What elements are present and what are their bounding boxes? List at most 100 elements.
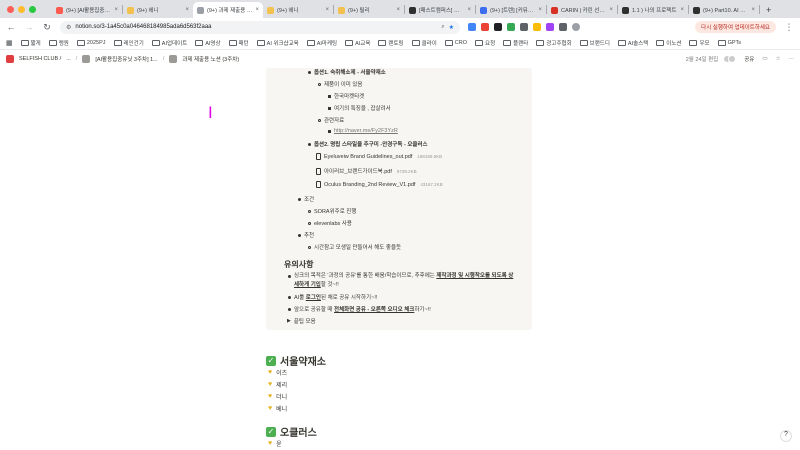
zoom-icon[interactable]: ⌕ <box>441 24 444 31</box>
tab-favicon-icon <box>338 6 345 14</box>
tab-close-icon[interactable]: × <box>114 7 118 13</box>
list-item: ♥ 윤 <box>268 439 282 448</box>
bookmark-item[interactable]: 우모 <box>689 39 710 47</box>
heart-icon: ♥ <box>268 369 273 376</box>
bookmark-item[interactable]: 브랜드디 <box>579 39 610 47</box>
browser-tab[interactable]: 1.1 ) 나의 프로젝트 × <box>618 2 688 18</box>
notes-heading: 유의사항 <box>284 260 314 269</box>
bookmark-item[interactable]: 이노션 <box>656 39 681 47</box>
folder-icon <box>579 39 588 46</box>
comments-icon[interactable]: ▭ <box>762 56 767 62</box>
extension-icon[interactable] <box>546 23 554 31</box>
extension-icon[interactable] <box>494 23 502 31</box>
bookmark-item[interactable]: CRO <box>444 39 467 46</box>
file-icon <box>316 181 321 188</box>
collaborator-avatars[interactable] <box>723 55 737 63</box>
tab-favicon-icon <box>56 6 63 14</box>
bookmark-item[interactable]: 요청 <box>475 39 495 47</box>
bookmark-item[interactable]: AI영상 <box>195 39 221 47</box>
tab-favicon-icon <box>622 6 629 14</box>
more-icon[interactable]: ⋯ <box>789 56 795 62</box>
menu-icon[interactable]: ⋮ <box>784 22 794 33</box>
extension-icon[interactable] <box>507 23 515 31</box>
browser-tab[interactable]: (9+) 헤니 × <box>123 2 193 18</box>
bookmark-item[interactable]: 레인건기 <box>113 39 144 47</box>
bookmark-item[interactable]: 짧게 <box>20 39 41 47</box>
browser-tab[interactable]: CARIN | 카린 선글… × <box>547 2 617 18</box>
bookmark-item[interactable]: AI마케팅 <box>306 39 337 47</box>
extensions-puzzle-icon[interactable] <box>559 23 567 31</box>
new-tab-button[interactable]: + <box>760 5 777 18</box>
profile-avatar[interactable] <box>572 23 580 31</box>
tab-close-icon[interactable]: × <box>751 7 755 13</box>
browser-tab[interactable]: (9+) [트렌] [커뮤… × <box>476 2 546 18</box>
toggle-block[interactable]: ▶ 끝팁 모음 <box>287 317 316 325</box>
browser-tab[interactable]: (9+) 헤니 × <box>263 2 333 18</box>
tab-close-icon[interactable]: × <box>538 7 542 13</box>
tab-close-icon[interactable]: × <box>680 7 684 13</box>
tab-close-icon[interactable]: × <box>467 7 471 13</box>
favorite-star-icon[interactable]: ☆ <box>776 56 781 62</box>
bookmark-star-icon[interactable]: ★ <box>449 24 454 31</box>
bookmark-item[interactable]: 2025PJ <box>76 39 106 46</box>
window-controls[interactable] <box>7 6 36 13</box>
tab-close-icon[interactable]: × <box>185 7 189 13</box>
extension-icon[interactable] <box>520 23 528 31</box>
bookmark-item[interactable]: AI교육 <box>345 39 370 47</box>
workspace-name[interactable]: SELFISH CLUB / <box>19 56 61 62</box>
tab-close-icon[interactable]: × <box>396 7 400 13</box>
extension-icon[interactable] <box>468 23 476 31</box>
list-item: 옵션2. 명립 스타일을 추구미 -안경구독 - 오클러스 <box>308 140 428 148</box>
tab-close-icon[interactable]: × <box>609 7 613 13</box>
forward-icon[interactable]: → <box>24 22 34 32</box>
close-window-icon[interactable] <box>7 6 14 13</box>
address-bar[interactable]: ⚙ notion.so/3-1a45c0a046468184985ada6d56… <box>60 20 460 34</box>
bookmark-item[interactable]: AI 위크샵교육 <box>256 39 299 47</box>
bookmark-label: 짧게 <box>30 40 41 47</box>
extension-icon[interactable] <box>481 23 489 31</box>
minimize-window-icon[interactable] <box>18 6 25 13</box>
tab-label: 1.1 ) 나의 프로젝트 <box>632 8 677 14</box>
file-size: 43167.2KB <box>420 182 443 187</box>
browser-tab[interactable]: [패스트캠퍼스] 하이…× <box>405 2 475 18</box>
maximize-window-icon[interactable] <box>29 6 36 13</box>
file-attachment[interactable]: Eyeluveiw Brand Guidelines_out.pdf 188159… <box>316 153 442 160</box>
breadcrumb-item[interactable]: [AI활용집중유닛 3주차] 1... <box>95 55 158 63</box>
list-item: 시간참고 모생일 만들어서 해도 좋을듯 <box>308 243 401 251</box>
browser-tab[interactable]: (9+) Part10. AI 업… × <box>689 2 759 18</box>
browser-tab[interactable]: (9+) 과제 제출용 노… × <box>193 2 263 18</box>
bookmark-label: 레인건기 <box>123 40 144 47</box>
folder-icon <box>228 39 237 46</box>
breadcrumb-current[interactable]: 과제 제출용 노션 (3주차) <box>182 55 239 63</box>
bookmark-item[interactable]: 패턴 <box>228 39 249 47</box>
reference-link[interactable]: http://naver.me/Fy2F3YzR <box>334 128 398 134</box>
apps-grid-icon[interactable]: ▦ <box>6 39 13 47</box>
tab-label: [패스트캠퍼스] 하이… <box>419 8 465 14</box>
back-icon[interactable]: ← <box>6 22 16 32</box>
breadcrumb-separator: / <box>75 56 78 62</box>
file-attachment[interactable]: Oculus Branding_2nd Review_V1.pdf 43167.2… <box>316 181 443 188</box>
bookmark-item[interactable]: 랜토링 <box>378 39 404 47</box>
tab-close-icon[interactable]: × <box>325 7 329 13</box>
browser-tab[interactable]: (9+) 릴리 × <box>334 2 404 18</box>
tab-label: CARIN | 카린 선글… <box>561 8 607 14</box>
bookmark-item[interactable]: 클라이 <box>411 39 437 47</box>
extension-icon[interactable] <box>533 23 541 31</box>
reload-icon[interactable]: ↻ <box>42 22 52 33</box>
browser-tab[interactable]: (9+) [AI활용집중유… × <box>52 2 122 18</box>
update-button[interactable]: 다시 실행하여 업데이트하세요 <box>695 21 776 33</box>
toggle-arrow-icon[interactable]: ▶ <box>287 318 291 324</box>
bookmark-item[interactable]: 랭원 <box>48 39 69 47</box>
bookmark-item[interactable]: AI업데이트 <box>151 39 187 47</box>
tab-close-icon[interactable]: × <box>255 7 259 13</box>
help-button[interactable]: ? <box>780 430 792 442</box>
file-attachment[interactable]: 아이러브_브랜드가이드북.pdf 9739.2KB <box>316 167 417 175</box>
folder-icon <box>444 39 453 46</box>
bookmark-item[interactable]: GPTs <box>717 39 741 46</box>
bookmark-item[interactable]: 광고주협회 <box>536 39 572 47</box>
bookmark-item[interactable]: AI솔스택 <box>617 39 648 47</box>
breadcrumb-ellipsis[interactable]: ... <box>66 56 71 62</box>
site-info-icon[interactable]: ⚙ <box>66 24 71 31</box>
share-button[interactable]: 공유 <box>744 55 754 63</box>
bookmark-item[interactable]: 플랜타 <box>503 39 528 47</box>
